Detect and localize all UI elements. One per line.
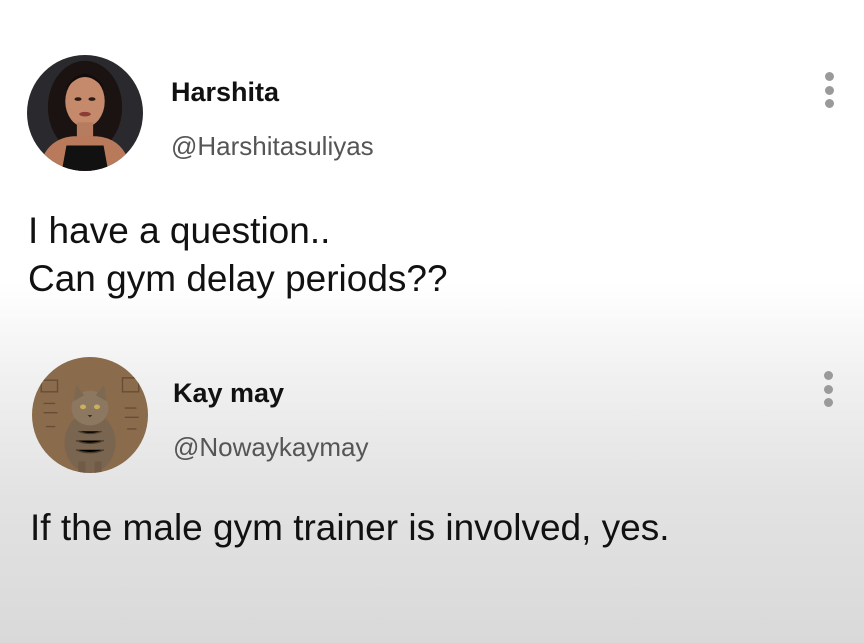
post-text-line: If the male gym trainer is involved, yes…: [30, 507, 670, 548]
menu-dot: [823, 371, 833, 380]
post-harshita: Harshita @Harshitasuliyas I have a quest…: [0, 0, 864, 330]
woman-portrait-image: [27, 55, 143, 171]
cat-portrait-image: [32, 357, 148, 473]
more-vertical-icon[interactable]: [818, 369, 838, 409]
author-name[interactable]: Harshita: [171, 77, 279, 108]
avatar[interactable]: [32, 357, 148, 473]
avatar[interactable]: [27, 55, 143, 171]
author-handle[interactable]: @Nowaykaymay: [173, 432, 368, 463]
menu-dot: [824, 99, 834, 108]
post-text-line: I have a question..: [28, 210, 331, 251]
menu-dot: [823, 398, 833, 407]
post-text-line: Can gym delay periods??: [28, 258, 448, 299]
author-name[interactable]: Kay may: [173, 378, 284, 409]
post-text: I have a question.. Can gym delay period…: [28, 207, 448, 303]
menu-dot: [823, 384, 833, 394]
menu-dot: [824, 72, 834, 81]
author-handle[interactable]: @Harshitasuliyas: [171, 131, 374, 162]
post-text: If the male gym trainer is involved, yes…: [30, 504, 670, 552]
more-vertical-icon[interactable]: [819, 70, 839, 110]
post-kay-may: Kay may @Nowaykaymay If the male gym tra…: [0, 330, 864, 643]
menu-dot: [824, 85, 834, 95]
